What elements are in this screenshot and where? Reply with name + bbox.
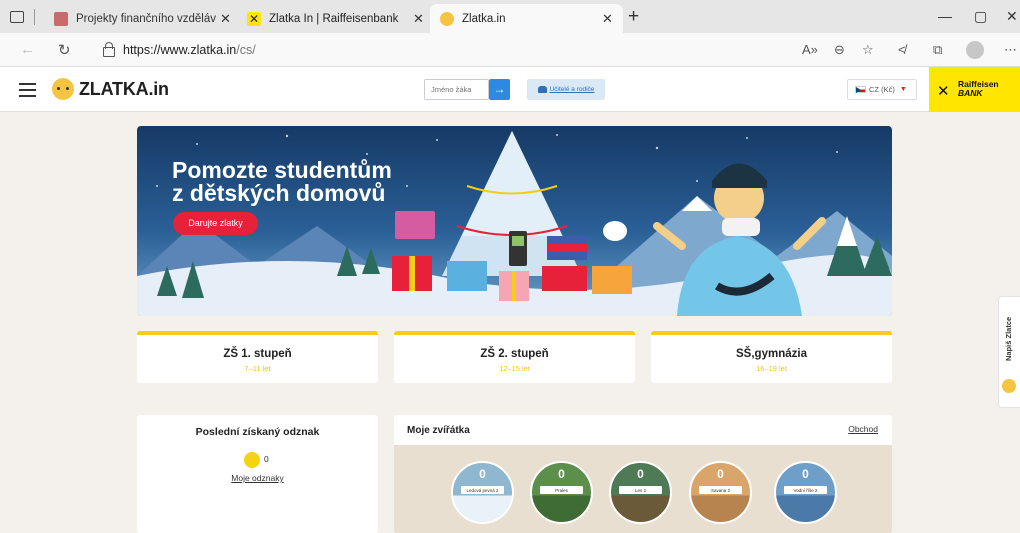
site-header: ZLATKA.in → Učitelé a rodiče CZ (Kč) ▼	[0, 67, 1020, 112]
browser-tab-bar: Projekty finančního vzdělávání | ř ✕ ✕ Z…	[0, 0, 1020, 33]
minimize-icon[interactable]: —	[938, 8, 952, 24]
animal-habitat-savanna[interactable]: 0 Savana 2	[689, 461, 752, 524]
promo-banner[interactable]: Pomozte studentům z dětských domovů Daruj…	[137, 126, 892, 316]
animal-habitat-ice[interactable]: 0 Ledová pevná 2	[451, 461, 514, 524]
zlatka-logo-icon[interactable]	[52, 78, 74, 100]
donate-button[interactable]: Darujte zlatky	[173, 212, 258, 235]
age-group-title: SŠ,gymnázia	[736, 348, 807, 360]
close-tab-icon[interactable]: ✕	[413, 11, 424, 27]
read-aloud-icon[interactable]: A»	[802, 42, 818, 57]
animal-label: Ledová pevná 2	[461, 486, 504, 494]
badge-count: 0	[264, 454, 269, 464]
raiffeisen-logo-icon: ✕	[937, 83, 950, 100]
tab-label: Zlatka.in	[462, 12, 506, 25]
feedback-label: Napiš Zlatce	[1004, 316, 1013, 362]
age-group-range: 16–19 let	[756, 364, 787, 373]
zlatka-face-icon	[1002, 379, 1016, 393]
age-group-range: 12–15 let	[499, 364, 530, 373]
close-tab-icon[interactable]: ✕	[602, 11, 613, 27]
language-select[interactable]: CZ (Kč) ▼	[847, 79, 917, 100]
raiffeisen-bank-logo[interactable]: ✕ Raiffeisen BANK	[929, 67, 1020, 112]
tab-label: Projekty finančního vzdělávání | ř	[76, 12, 216, 25]
banner-title: Pomozte studentům z dětských domovů	[172, 157, 392, 206]
tab-actions-icon[interactable]	[10, 10, 24, 23]
age-group-title: ZŠ 2. stupeň	[480, 348, 549, 360]
teachers-label: Učitelé a rodiče	[549, 86, 595, 93]
teachers-parents-button[interactable]: Učitelé a rodiče	[527, 79, 605, 100]
url-field[interactable]: https://www.zlatka.in/cs/	[90, 38, 880, 62]
last-badge-panel: Poslední získaný odznak 0 Moje odznaky	[137, 415, 378, 533]
my-badges-link[interactable]: Moje odznaky	[137, 473, 378, 483]
url-text[interactable]: https://www.zlatka.in/cs/	[123, 43, 256, 57]
new-tab-icon[interactable]: +	[628, 6, 639, 28]
animal-label: Prales	[540, 486, 583, 494]
collections-icon[interactable]: ⧉	[933, 42, 942, 58]
lock-icon	[103, 42, 115, 57]
refresh-icon[interactable]: ↻	[58, 41, 71, 59]
close-tab-icon[interactable]: ✕	[220, 11, 231, 27]
feedback-side-tab[interactable]: Napiš Zlatce	[998, 296, 1020, 408]
panel-title: Moje zvířátka	[407, 425, 470, 436]
coin-icon	[244, 452, 260, 468]
animal-count: 0	[802, 467, 809, 481]
animal-label: Les 2	[619, 486, 662, 494]
bank-name: Raiffeisen BANK	[958, 79, 999, 98]
more-icon[interactable]: ⋯	[1004, 42, 1017, 58]
window-close-icon[interactable]: ✕	[1006, 8, 1018, 25]
animal-count: 0	[637, 467, 644, 481]
profile-avatar[interactable]	[966, 41, 984, 59]
animal-count: 0	[717, 467, 724, 481]
chevron-down-icon: ▼	[899, 86, 907, 93]
maximize-icon[interactable]: ▢	[974, 8, 987, 25]
animal-label: Savana 2	[699, 486, 742, 494]
animal-count: 0	[479, 467, 486, 481]
browser-tab-zlatka[interactable]: Zlatka.in ✕	[430, 4, 623, 33]
browser-tab-projects[interactable]: Projekty finančního vzdělávání | ř ✕	[44, 4, 231, 33]
browser-tab-zlatka-raiffeisen[interactable]: ✕ Zlatka In | Raiffeisenbank ✕	[237, 4, 425, 33]
age-group-range: 7–11 let	[244, 364, 271, 373]
age-group-card-elementary-1[interactable]: ZŠ 1. stupeň 7–11 let	[137, 331, 378, 383]
panel-title: Poslední získaný odznak	[195, 426, 320, 438]
projects-favicon-icon	[54, 11, 68, 26]
shop-link[interactable]: Obchod	[848, 424, 878, 434]
my-animals-panel: Moje zvířátka Obchod 0 Ledová pevná 2 0 …	[394, 415, 892, 533]
age-group-card-elementary-2[interactable]: ZŠ 2. stupeň 12–15 let	[394, 331, 635, 383]
animal-label: Vodní říše 2	[784, 486, 827, 494]
raiffeisen-favicon-icon: ✕	[247, 11, 261, 26]
divider	[34, 8, 35, 25]
animal-count: 0	[558, 467, 565, 481]
student-login-button[interactable]: →	[489, 79, 510, 100]
animal-habitat-water[interactable]: 0 Vodní říše 2	[774, 461, 837, 524]
czech-flag-icon	[855, 86, 866, 93]
site-logo[interactable]: ZLATKA.in	[79, 79, 169, 100]
browser-address-bar: ← ↻ https://www.zlatka.in/cs/ A» ⊖ ☆ ≮ ⧉…	[0, 33, 1020, 67]
back-icon[interactable]: ←	[20, 41, 35, 58]
favorite-icon[interactable]: ☆	[862, 42, 874, 58]
people-icon	[537, 86, 547, 93]
zoom-icon[interactable]: ⊖	[834, 42, 845, 58]
student-name-input[interactable]	[424, 79, 489, 100]
menu-icon[interactable]	[19, 83, 36, 97]
language-label: CZ (Kč)	[869, 85, 895, 94]
animal-habitat-forest[interactable]: 0 Les 2	[609, 461, 672, 524]
age-group-title: ZŠ 1. stupeň	[223, 348, 292, 360]
tab-label: Zlatka In | Raiffeisenbank	[269, 12, 399, 25]
age-group-card-high-school[interactable]: SŠ,gymnázia 16–19 let	[651, 331, 892, 383]
favorites-list-icon[interactable]: ≮	[898, 42, 906, 57]
animal-habitat-rainforest[interactable]: 0 Prales	[530, 461, 593, 524]
zlatka-favicon-icon	[440, 11, 454, 26]
